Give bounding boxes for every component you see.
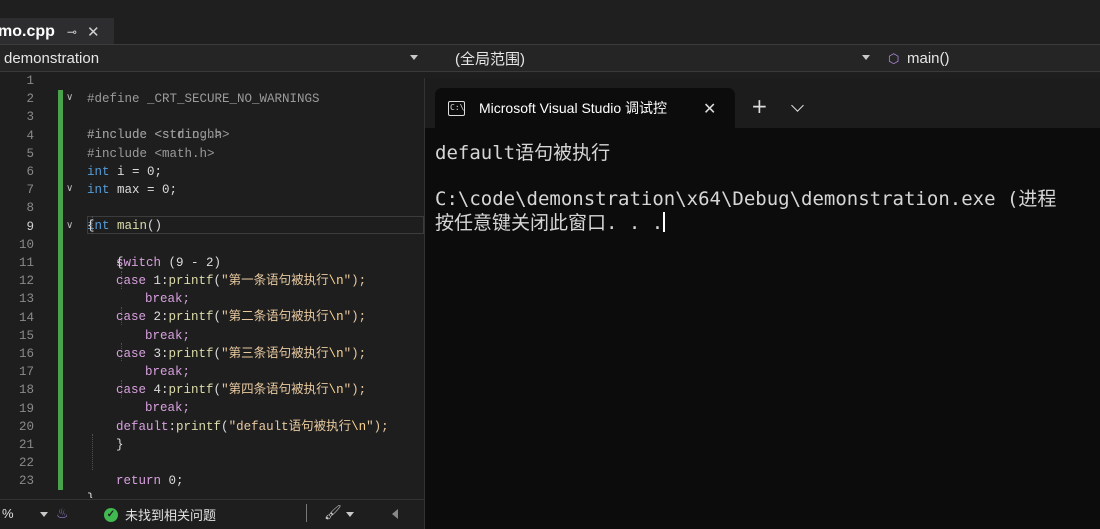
- close-icon[interactable]: ✕: [703, 99, 716, 118]
- check-circle-icon: ✓: [104, 507, 118, 522]
- pin-icon[interactable]: ⊸: [67, 25, 77, 39]
- code-line[interactable]: {: [0, 199, 424, 233]
- terminal-output-line: default语句被执行: [435, 142, 611, 164]
- scope-name: (全局范围): [455, 51, 525, 68]
- issues-text: 未找到相关问题: [125, 508, 217, 523]
- scroll-left-arrow[interactable]: [392, 509, 398, 519]
- code-line[interactable]: case 3:printf("第三条语句被执行\n");: [0, 327, 424, 361]
- code-line[interactable]: break;: [0, 345, 424, 379]
- copilot-icon[interactable]: ♨: [56, 505, 69, 522]
- code-line[interactable]: break;: [0, 272, 424, 306]
- project-dropdown[interactable]: demonstration: [0, 47, 424, 70]
- terminal-tab[interactable]: C:\ Microsoft Visual Studio 调试控 ✕: [435, 88, 735, 128]
- editor-status-bar: % ♨ ✓ 未找到相关问题 🖌: [0, 499, 424, 529]
- close-icon[interactable]: ✕: [87, 23, 100, 41]
- chevron-down-icon[interactable]: [791, 99, 804, 112]
- code-line[interactable]: int i = 0;: [0, 145, 424, 179]
- chevron-down-icon[interactable]: [346, 512, 354, 517]
- terminal-output-line: C:\code\demonstration\x64\Debug\demonstr…: [435, 188, 1057, 210]
- issues-indicator[interactable]: ✓ 未找到相关问题: [104, 505, 216, 524]
- document-tab-name: mo.cpp: [0, 22, 55, 40]
- cube-icon: ⬡: [888, 50, 900, 66]
- text-cursor: [663, 212, 665, 232]
- code-line[interactable]: }: [0, 472, 424, 498]
- member-name: main(): [907, 50, 950, 67]
- separator: [306, 504, 307, 522]
- debug-console-window[interactable]: C:\ Microsoft Visual Studio 调试控 ✕ + defa…: [424, 78, 1100, 529]
- code-line[interactable]: break;: [0, 309, 424, 343]
- document-tab[interactable]: mo.cpp ⊸ ✕: [0, 18, 114, 45]
- fold-chevron-icon[interactable]: ∨: [66, 181, 76, 199]
- code-line[interactable]: }: [0, 418, 424, 452]
- code-line-current[interactable]: ∨ switch (9 - 2): [0, 218, 424, 270]
- chevron-down-icon: [862, 55, 870, 60]
- code-line[interactable]: break;: [0, 381, 424, 415]
- scope-dropdown[interactable]: (全局范围): [430, 47, 876, 70]
- code-editor[interactable]: 1 2 3 4 5 6 7 8 9 10 11 12 13 14 15 16 17 18 19 20 21 22 23 #d…: [0, 72, 424, 498]
- code-line[interactable]: case 4:printf("第四条语句被执行\n");: [0, 363, 424, 397]
- code-line[interactable]: case 1:printf("第一条语句被执行\n");: [0, 254, 424, 288]
- code-line[interactable]: int max = 0;: [0, 163, 424, 197]
- code-line[interactable]: #include <string.h>: [0, 108, 424, 142]
- code-text: }: [87, 492, 95, 498]
- fold-chevron-icon[interactable]: ∨: [66, 218, 76, 236]
- code-line[interactable]: #include <math.h>: [0, 127, 424, 161]
- chevron-down-icon[interactable]: [40, 512, 48, 517]
- chevron-down-icon: [410, 55, 418, 60]
- code-line[interactable]: [0, 436, 424, 454]
- brush-icon[interactable]: 🖌: [324, 504, 342, 521]
- document-tab-bar: mo.cpp ⊸ ✕: [0, 0, 1100, 45]
- terminal-title-bar: C:\ Microsoft Visual Studio 调试控 ✕ +: [425, 78, 1100, 128]
- code-line[interactable]: ∨ int main(): [0, 181, 424, 233]
- code-line[interactable]: #define _CRT_SECURE_NO_WARNINGS: [0, 72, 424, 106]
- code-line[interactable]: ∨ #include <stdio.h>: [0, 90, 424, 142]
- new-tab-icon[interactable]: +: [751, 94, 768, 118]
- project-name: demonstration: [4, 50, 100, 67]
- code-line[interactable]: {: [0, 236, 424, 270]
- navigation-bar: demonstration (全局范围) ⬡ main(): [0, 45, 1100, 72]
- console-icon: C:\: [448, 100, 465, 116]
- member-dropdown[interactable]: ⬡ main(): [880, 47, 1100, 70]
- fold-chevron-icon[interactable]: ∨: [66, 90, 76, 108]
- terminal-tab-title: Microsoft Visual Studio 调试控: [479, 100, 668, 116]
- zoom-level[interactable]: %: [2, 506, 14, 521]
- terminal-output-line: 按任意键关闭此窗口. . .: [435, 208, 665, 235]
- code-line[interactable]: default:printf("default语句被执行\n");: [0, 400, 424, 434]
- code-line[interactable]: case 2:printf("第二条语句被执行\n");: [0, 290, 424, 324]
- terminal-prompt-text: 按任意键关闭此窗口. . .: [435, 212, 664, 234]
- code-line[interactable]: return 0;: [0, 454, 424, 488]
